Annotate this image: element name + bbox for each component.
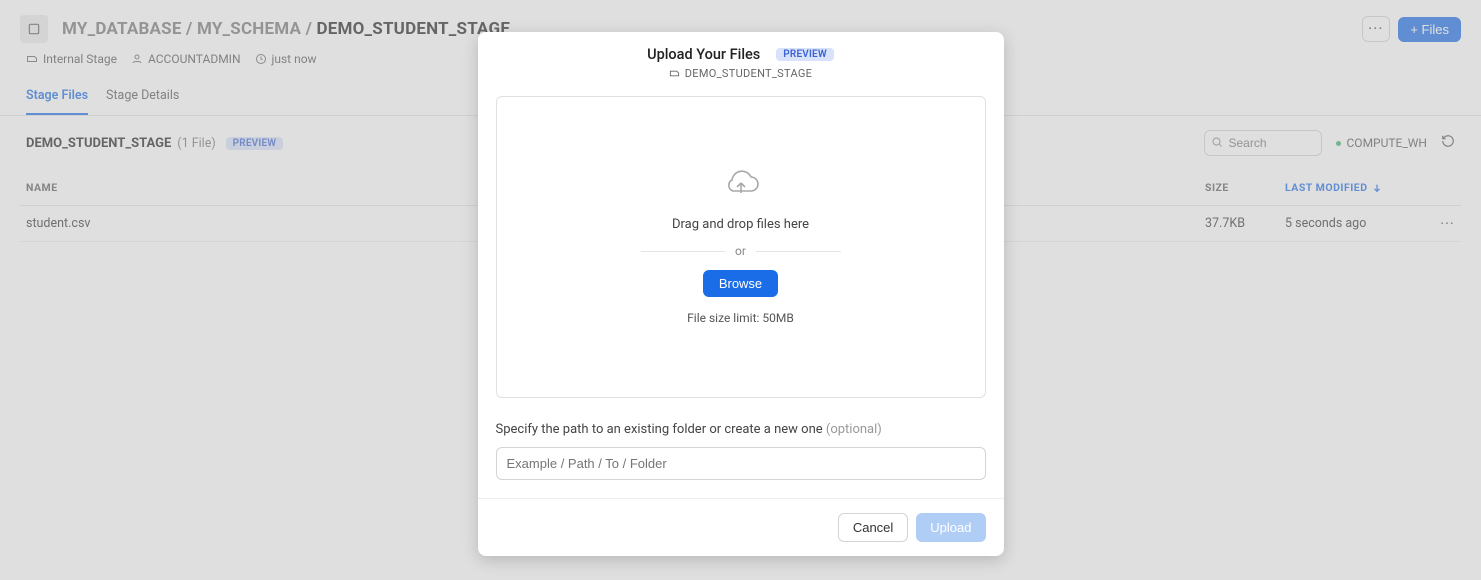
modal-title: Upload Your Files	[647, 46, 760, 63]
cancel-button[interactable]: Cancel	[838, 513, 908, 542]
or-divider: or	[631, 244, 851, 258]
path-input[interactable]	[496, 447, 986, 480]
stage-icon	[669, 68, 680, 79]
file-limit-text: File size limit: 50MB	[687, 311, 794, 325]
modal-stage-label: DEMO_STUDENT_STAGE	[496, 67, 986, 80]
path-label: Specify the path to an existing folder o…	[496, 422, 823, 437]
drag-text: Drag and drop files here	[672, 217, 809, 232]
browse-button[interactable]: Browse	[703, 270, 778, 297]
path-optional-text: (optional)	[826, 422, 882, 437]
modal-preview-badge: PREVIEW	[776, 48, 834, 61]
upload-modal: Upload Your Files PREVIEW DEMO_STUDENT_S…	[478, 32, 1004, 556]
drop-zone[interactable]: Drag and drop files here or Browse File …	[496, 96, 986, 398]
upload-button[interactable]: Upload	[916, 513, 985, 542]
cloud-upload-icon	[721, 169, 761, 203]
